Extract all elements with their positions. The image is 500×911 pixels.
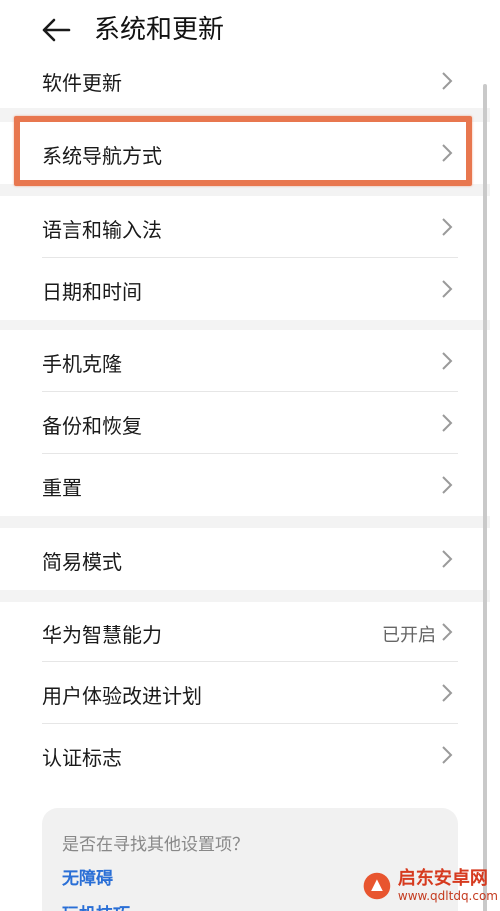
chevron-right-icon (442, 684, 453, 702)
chevron-right-icon (442, 352, 453, 370)
settings-row-huawei-smart[interactable]: 华为智慧能力 已开启 (0, 602, 490, 662)
status-value: 已开启 (382, 625, 436, 646)
chevron-right-icon (442, 280, 453, 298)
row-label: 简易模式 (42, 550, 122, 574)
chevron-right-icon (442, 414, 453, 432)
settings-row-certification[interactable]: 认证标志 (0, 724, 490, 786)
watermark-logo-icon (363, 872, 391, 900)
settings-row-phone-clone[interactable]: 手机克隆 (0, 330, 490, 392)
row-label: 语言和输入法 (42, 218, 162, 242)
row-label: 日期和时间 (42, 280, 142, 304)
settings-row-backup-restore[interactable]: 备份和恢复 (0, 392, 490, 454)
settings-row-language-input[interactable]: 语言和输入法 (0, 196, 490, 258)
link-tips[interactable]: 玩机技巧 (62, 900, 130, 911)
settings-row-simple-mode[interactable]: 简易模式 (0, 528, 490, 590)
row-label: 用户体验改进计划 (42, 684, 202, 708)
chevron-right-icon (442, 72, 453, 90)
chevron-right-icon (442, 623, 453, 641)
scrollbar[interactable] (483, 84, 487, 911)
section-gap (0, 590, 490, 602)
highlight-box (14, 116, 472, 186)
row-label: 手机克隆 (42, 352, 122, 376)
back-arrow-icon (42, 18, 71, 42)
row-label: 华为智慧能力 (42, 623, 162, 647)
settings-row-date-time[interactable]: 日期和时间 (0, 258, 490, 320)
settings-row-reset[interactable]: 重置 (0, 454, 490, 516)
chevron-right-icon (442, 218, 453, 236)
row-label: 认证标志 (42, 746, 122, 770)
link-accessibility[interactable]: 无障碍 (62, 864, 113, 889)
chevron-right-icon (442, 746, 453, 764)
row-label: 重置 (42, 476, 82, 500)
settings-row-user-experience[interactable]: 用户体验改进计划 (0, 662, 490, 724)
section-gap (0, 320, 490, 330)
suggestion-title: 是否在寻找其他设置项？ (62, 835, 249, 855)
back-button[interactable] (34, 10, 78, 50)
section-gap (0, 516, 490, 528)
chevron-right-icon (442, 550, 453, 568)
watermark-url: www.qdltdq.com (397, 889, 498, 903)
row-label: 软件更新 (42, 71, 122, 95)
row-label: 备份和恢复 (42, 414, 142, 438)
app-header: 系统和更新 (0, 0, 500, 62)
watermark-name: 启东安卓网 (397, 868, 488, 889)
settings-row-software-update[interactable]: 软件更新 (0, 62, 490, 108)
chevron-right-icon (442, 476, 453, 494)
page-title: 系统和更新 (94, 15, 225, 45)
watermark: 启东安卓网 www.qdltdq.com (362, 864, 498, 908)
